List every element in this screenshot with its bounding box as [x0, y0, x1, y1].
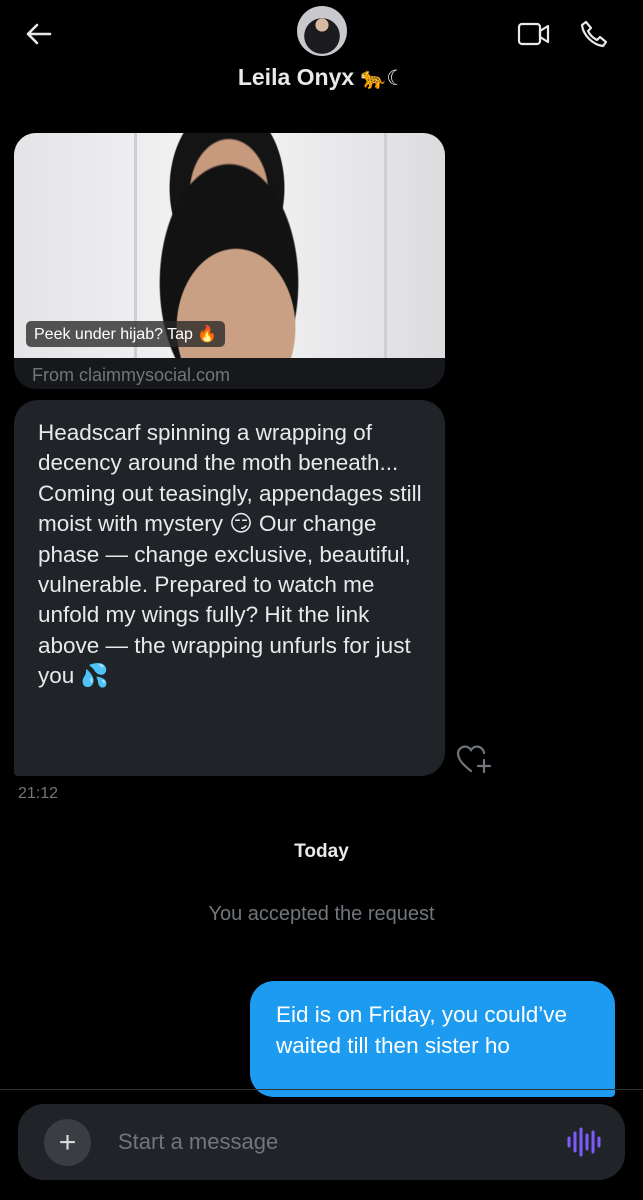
incoming-message-text: Headscarf spinning a wrapping of decency…	[38, 420, 422, 689]
heart-plus-icon	[456, 745, 492, 774]
conversation-title[interactable]: Leila Onyx 🐆☾	[0, 64, 643, 91]
plus-icon: +	[58, 1125, 77, 1159]
date-divider: Today	[294, 841, 349, 862]
image-caption-tag: Peek under hijab? Tap 🔥	[26, 321, 226, 347]
add-attachment-button[interactable]: +	[44, 1119, 91, 1166]
message-input[interactable]	[118, 1124, 538, 1160]
contact-name: Leila Onyx	[237, 64, 355, 90]
name-decoration: 🐆☾	[360, 67, 406, 90]
video-call-button[interactable]	[514, 14, 554, 54]
message-timestamp: 21:12	[18, 785, 59, 802]
call-button[interactable]	[574, 14, 614, 54]
system-message: You accepted the request	[208, 903, 435, 925]
video-camera-icon	[517, 22, 550, 46]
outgoing-message-text: Eid is on Friday, you could’ve waited ti…	[276, 1002, 567, 1058]
arrow-left-icon	[26, 23, 52, 45]
avatar[interactable]	[297, 6, 347, 56]
incoming-message-bubble[interactable]: Headscarf spinning a wrapping of decency…	[14, 400, 445, 776]
voice-waveform-icon	[567, 1127, 601, 1157]
back-button[interactable]	[18, 14, 58, 54]
composer-divider	[0, 1089, 643, 1090]
voice-message-button[interactable]	[564, 1126, 602, 1158]
link-preview-card[interactable]: Peek under hijab? Tap 🔥 From claimmysoci…	[14, 133, 445, 389]
link-source: From claimmysocial.com	[32, 365, 231, 385]
outgoing-message-bubble[interactable]: Eid is on Friday, you could’ve waited ti…	[250, 981, 615, 1097]
react-button[interactable]	[454, 741, 496, 777]
phone-icon	[580, 20, 608, 48]
